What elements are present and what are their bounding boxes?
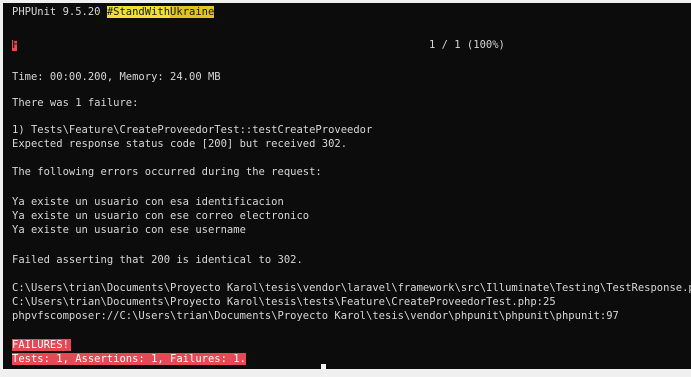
window-frame-top — [0, 0, 691, 3]
failure-title-line: 1) Tests\Feature\CreateProveedorTest::te… — [12, 124, 373, 136]
trace-line: C:\Users\trian\Documents\Proyecto Karol\… — [12, 282, 691, 294]
failures-label-line: FAILURES! — [12, 338, 71, 352]
errors-header-line: The following errors occurred during the… — [12, 166, 322, 178]
phpunit-version: PHPUnit 9.5.20 — [12, 6, 107, 18]
trace-line: C:\Users\trian\Documents\Proyecto Karol\… — [12, 296, 556, 308]
terminal-window[interactable]: PHPUnit 9.5.20 #StandWithUkraine F 1 / 1… — [0, 0, 691, 377]
failure-count-line: There was 1 failure: — [12, 97, 139, 109]
progress-line: F — [12, 38, 17, 52]
assertion-failed-line: Failed asserting that 200 is identical t… — [12, 254, 303, 266]
time-memory-line: Time: 00:00.200, Memory: 24.00 MB — [12, 71, 221, 83]
phpunit-header: PHPUnit 9.5.20 #StandWithUkraine — [12, 5, 215, 19]
window-frame-bottom — [0, 369, 691, 377]
summary-text: Tests: 1, Assertions: 1, Failures: 1. — [12, 353, 246, 365]
trace-line: phpvfscomposer://C:\Users\trian\Document… — [12, 310, 619, 322]
failure-marker: F — [12, 39, 17, 51]
summary-line: Tests: 1, Assertions: 1, Failures: 1. — [12, 352, 246, 366]
error-line: Ya existe un usuario con ese username — [12, 224, 246, 236]
failures-label: FAILURES! — [12, 339, 71, 351]
progress-count: 1 / 1 (100%) — [429, 39, 505, 51]
ukraine-tag: Ukraine — [170, 6, 215, 18]
standwith-tag: #StandWith — [106, 6, 171, 18]
window-frame-left — [0, 0, 3, 377]
failure-expected-line: Expected response status code [200] but … — [12, 138, 348, 150]
error-line: Ya existe un usuario con esa identificac… — [12, 196, 284, 208]
error-line: Ya existe un usuario con ese correo elec… — [12, 210, 310, 222]
